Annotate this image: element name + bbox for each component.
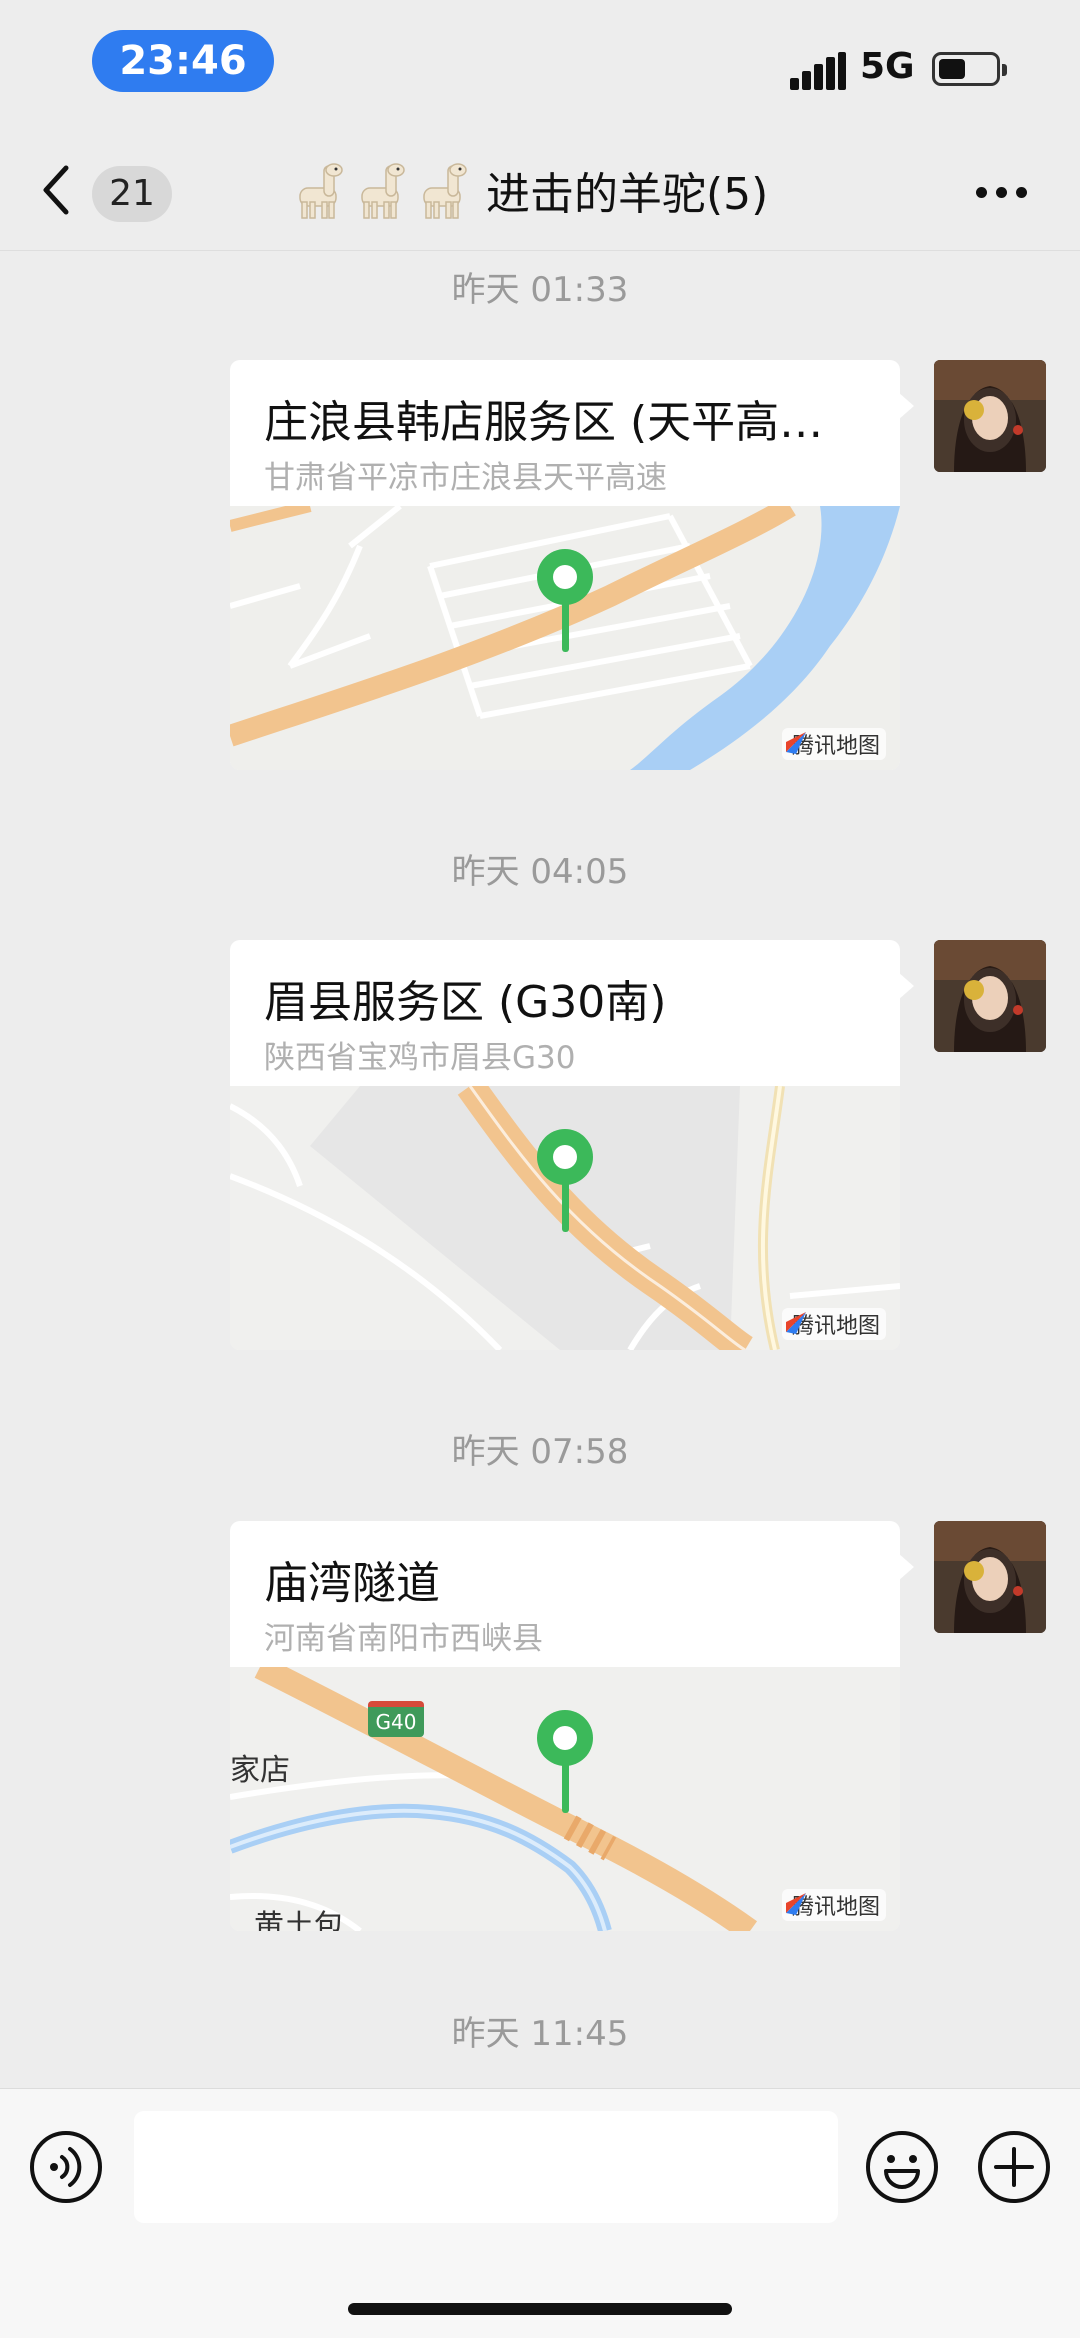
location-address: 陕西省宝鸡市眉县G30	[264, 1040, 576, 1076]
road-shield: G40	[368, 1701, 424, 1737]
home-indicator	[348, 2303, 732, 2315]
message-timestamp: 昨天 04:05	[451, 852, 629, 892]
emoji-button[interactable]	[864, 2129, 940, 2205]
location-address: 河南省南阳市西峡县	[264, 1621, 543, 1657]
location-title: 庙湾隧道	[264, 1558, 440, 1609]
tencent-map-logo-icon	[785, 732, 806, 754]
llama-icon	[299, 163, 343, 219]
location-pin-icon	[537, 1710, 593, 1813]
map-place-label: 黄土包	[254, 1909, 344, 1931]
plus-button[interactable]	[976, 2129, 1052, 2205]
status-bar: 23:46 5G	[0, 0, 1080, 130]
tencent-map-logo-icon	[785, 1312, 806, 1334]
more-options-button[interactable]	[972, 182, 1032, 202]
message-timestamp: 昨天 01:33	[451, 270, 629, 310]
llama-icon	[361, 163, 405, 219]
map-place-label: 家店	[230, 1753, 290, 1788]
tencent-map-logo-icon	[785, 1893, 806, 1915]
avatar[interactable]	[934, 360, 1046, 472]
plus-icon	[978, 2131, 1050, 2203]
location-card[interactable]: 眉县服务区 (G30南) 陕西省宝鸡市眉县G30 腾讯地图	[230, 940, 900, 1350]
input-bar	[0, 2088, 1080, 2338]
location-pin-icon	[537, 1129, 593, 1232]
location-card[interactable]: 庙湾隧道 河南省南阳市西峡县 G40 家店 黄土包 腾讯地图	[230, 1521, 900, 1931]
avatar[interactable]	[934, 1521, 1046, 1633]
location-message[interactable]: 庄浪县韩店服务区 (天平高… 甘肃省平凉市庄浪县天平高速 腾讯地图	[230, 360, 914, 770]
signal-icon	[790, 52, 846, 90]
battery-icon	[932, 52, 1007, 86]
more-icon	[976, 187, 987, 198]
location-message[interactable]: 眉县服务区 (G30南) 陕西省宝鸡市眉县G30 腾讯地图	[230, 940, 914, 1350]
location-address: 甘肃省平凉市庄浪县天平高速	[264, 460, 667, 496]
avatar-image	[934, 940, 1046, 1052]
map-preview[interactable]: 腾讯地图	[230, 506, 900, 770]
back-icon	[43, 165, 69, 215]
location-card[interactable]: 庄浪县韩店服务区 (天平高… 甘肃省平凉市庄浪县天平高速 腾讯地图	[230, 360, 900, 770]
location-pin-icon	[537, 549, 593, 652]
chat-title-text: 进击的羊驼(5)	[486, 169, 769, 220]
status-time: 23:46	[92, 30, 274, 92]
bubble-tail	[898, 1553, 914, 1581]
bubble-tail	[898, 392, 914, 420]
more-icon-dot	[1016, 187, 1027, 198]
voice-button[interactable]	[28, 2129, 104, 2205]
map-provider-logo: 腾讯地图	[781, 1308, 886, 1340]
chat-title: 进击的羊驼(5)	[290, 160, 768, 220]
avatar-image	[934, 360, 1046, 472]
message-timestamp: 昨天 07:58	[451, 1432, 629, 1472]
unread-count-badge[interactable]: 21	[92, 166, 172, 222]
message-input[interactable]	[134, 2111, 838, 2223]
location-title: 眉县服务区 (G30南)	[264, 977, 667, 1028]
map-provider-logo: 腾讯地图	[781, 728, 886, 760]
location-message[interactable]: 庙湾隧道 河南省南阳市西峡县 G40 家店 黄土包 腾讯地图	[230, 1521, 914, 1931]
map-preview[interactable]: 腾讯地图	[230, 1086, 900, 1350]
chat-header: 21 进击的羊驼(5)	[0, 130, 1080, 251]
bubble-tail	[898, 972, 914, 1000]
more-icon-dot	[996, 187, 1007, 198]
network-type: 5G	[860, 46, 915, 87]
message-timestamp: 昨天 11:45	[451, 2014, 629, 2054]
back-button[interactable]	[36, 160, 76, 220]
avatar[interactable]	[934, 940, 1046, 1052]
avatar-image	[934, 1521, 1046, 1633]
map-provider-logo: 腾讯地图	[781, 1889, 886, 1921]
voice-icon	[30, 2131, 102, 2203]
location-title: 庄浪县韩店服务区 (天平高…	[264, 397, 824, 448]
map-preview[interactable]: G40 家店 黄土包 腾讯地图	[230, 1667, 900, 1931]
emoji-icon	[866, 2131, 938, 2203]
llama-icon	[423, 163, 467, 219]
